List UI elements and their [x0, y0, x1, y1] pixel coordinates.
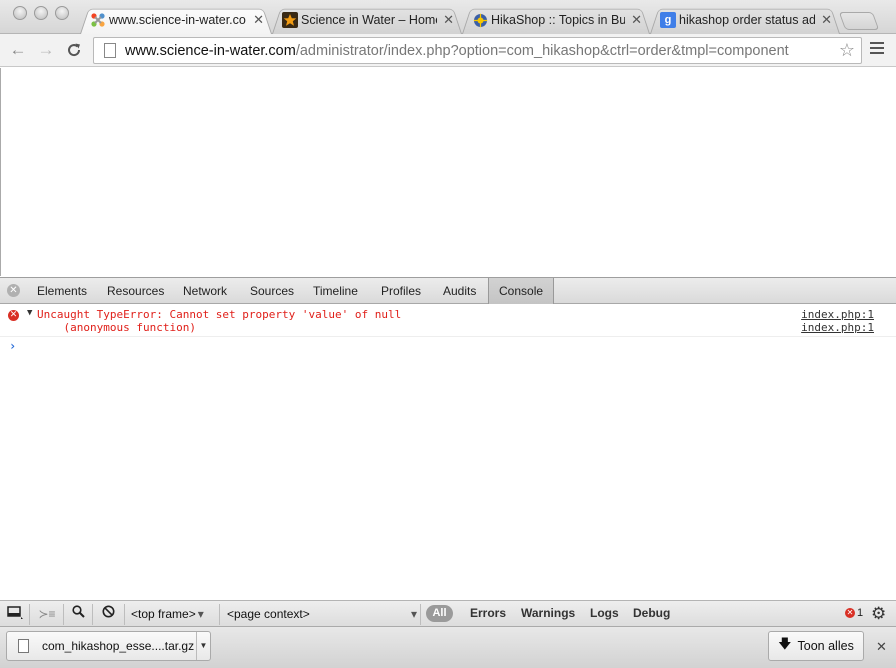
tab-science-in-water-admin[interactable]: www.science-in-water.co ✕	[80, 6, 272, 34]
url-host: www.science-in-water.com	[125, 42, 296, 59]
console-output: ✕ ▼ Uncaught TypeError: Cannot set prope…	[0, 305, 896, 601]
error-icon: ✕	[8, 310, 19, 321]
dropdown-arrow-icon: ▾	[410, 607, 417, 621]
show-all-downloads-button[interactable]: 🡇 Toon alles	[768, 631, 864, 661]
frame-select-value: <top frame>	[131, 607, 196, 621]
close-tab-icon[interactable]: ✕	[631, 12, 642, 28]
tab-hikashop-topics[interactable]: HikaShop :: Topics in Bug ✕	[462, 6, 650, 34]
download-bar: com_hikashop_esse....tar.gz ▼ 🡇 Toon all…	[0, 626, 896, 668]
filter-logs-button[interactable]: Logs	[590, 606, 619, 620]
error-text: Uncaught TypeError: Cannot set property …	[37, 308, 402, 321]
tab-title: hikashop order status adr	[679, 13, 816, 27]
devtools-panel: ✕ Elements Resources Network Sources Tim…	[0, 277, 896, 627]
page-icon	[104, 43, 116, 58]
tab-timeline[interactable]: Timeline	[313, 278, 358, 304]
star-favicon-icon	[282, 12, 298, 28]
download-menu-arrow-icon[interactable]: ▼	[196, 632, 210, 660]
tab-audits[interactable]: Audits	[443, 278, 476, 304]
minimize-window-button[interactable]	[34, 6, 48, 20]
error-count: 1	[857, 607, 864, 619]
file-icon	[18, 639, 29, 653]
new-tab-button[interactable]	[838, 12, 880, 30]
expand-triangle-icon[interactable]: ▼	[27, 308, 32, 318]
show-all-label: Toon alles	[797, 639, 854, 653]
dock-icon[interactable]	[5, 605, 25, 623]
console-error-message: ✕ ▼ Uncaught TypeError: Cannot set prope…	[0, 305, 896, 336]
reload-icon[interactable]	[62, 38, 86, 62]
console-prompt[interactable]: ›	[9, 339, 16, 353]
tab-resources[interactable]: Resources	[107, 278, 164, 304]
close-tab-icon[interactable]: ✕	[253, 12, 264, 28]
tab-title: Science in Water – Home	[301, 13, 438, 27]
error-icon: ✕	[845, 608, 855, 618]
close-devtools-icon[interactable]: ✕	[7, 284, 20, 297]
close-tab-icon[interactable]: ✕	[443, 12, 454, 28]
download-arrow-icon: 🡇	[778, 636, 792, 651]
browser-toolbar: ← → www.science-in-water.com/administrat…	[0, 34, 896, 67]
tab-profiles[interactable]: Profiles	[381, 278, 421, 304]
stack-frame-text: (anonymous function)	[37, 321, 196, 334]
context-select-value: <page context>	[227, 607, 310, 621]
tab-console[interactable]: Console	[488, 278, 555, 304]
filter-warnings-button[interactable]: Warnings	[521, 606, 575, 620]
dropdown-arrow-icon: ▾	[197, 607, 204, 621]
tab-sources[interactable]: Sources	[250, 278, 294, 304]
google-icon: g	[660, 12, 676, 28]
source-link[interactable]: index.php:1	[801, 308, 874, 321]
download-item[interactable]: com_hikashop_esse....tar.gz ▼	[6, 631, 211, 661]
browser-window: www.science-in-water.co ✕ Science in Wat…	[0, 0, 896, 668]
show-drawer-icon[interactable]: ≻≡	[37, 605, 57, 623]
search-icon[interactable]	[68, 605, 88, 623]
close-window-button[interactable]	[13, 6, 27, 20]
page-viewport	[0, 68, 896, 276]
close-download-bar-icon[interactable]: ✕	[876, 639, 887, 655]
filter-errors-button[interactable]: Errors	[470, 606, 506, 620]
address-bar[interactable]: www.science-in-water.com/administrator/i…	[93, 37, 862, 64]
hikashop-icon	[472, 12, 488, 28]
devtools-status-bar: ≻≡ <top frame> ▾ <page context> ▾ All Erro…	[0, 600, 896, 627]
tab-title: HikaShop :: Topics in Bug	[491, 13, 626, 27]
tab-strip: www.science-in-water.co ✕ Science in Wat…	[0, 0, 896, 34]
tab-network[interactable]: Network	[183, 278, 227, 304]
download-file-name: com_hikashop_esse....tar.gz	[42, 639, 195, 653]
filter-debug-button[interactable]: Debug	[633, 606, 670, 620]
filter-all-button[interactable]: All	[426, 605, 453, 622]
source-link[interactable]: index.php:1	[801, 321, 874, 334]
frame-select[interactable]: <top frame> ▾	[131, 607, 204, 621]
clear-console-icon[interactable]	[98, 605, 118, 623]
divider	[0, 336, 896, 337]
hamburger-menu-icon[interactable]	[870, 42, 884, 56]
close-tab-icon[interactable]: ✕	[821, 12, 832, 28]
joomla-icon	[90, 12, 106, 28]
tab-science-in-water-home[interactable]: Science in Water – Home ✕	[272, 6, 462, 34]
bookmark-star-icon[interactable]: ☆	[839, 40, 855, 61]
tab-elements[interactable]: Elements	[37, 278, 87, 304]
back-arrow-icon[interactable]: ←	[6, 38, 30, 62]
devtools-tab-bar: ✕ Elements Resources Network Sources Tim…	[0, 278, 896, 304]
error-count-badge[interactable]: ✕ 1	[845, 607, 863, 619]
gear-icon[interactable]: ⚙	[871, 604, 886, 624]
url-path: /administrator/index.php?option=com_hika…	[295, 42, 789, 59]
forward-arrow-icon[interactable]: →	[34, 38, 58, 62]
zoom-window-button[interactable]	[55, 6, 69, 20]
tab-title: www.science-in-water.co	[109, 13, 246, 27]
tab-google-search[interactable]: g hikashop order status adr ✕	[650, 6, 840, 34]
context-select[interactable]: <page context> ▾	[227, 607, 417, 621]
